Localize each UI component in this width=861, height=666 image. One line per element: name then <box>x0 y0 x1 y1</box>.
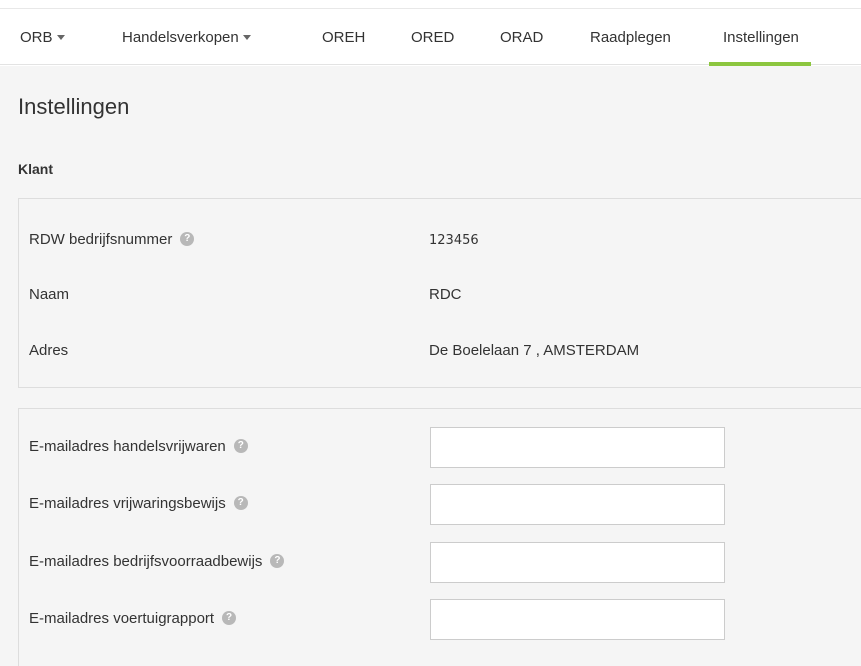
rdw-number-label: RDW bedrijfsnummer? <box>29 231 195 248</box>
email-vrijwaringsbewijs-label-text: E-mailadres vrijwaringsbewijs <box>29 495 226 512</box>
name-label: Naam <box>29 286 70 303</box>
nav-item-orad[interactable]: ORAD <box>500 10 543 65</box>
email-handelsvrijwaren-label: E-mailadres handelsvrijwaren? <box>29 438 248 455</box>
email-bedrijfsvoorraadbewijs-input[interactable] <box>430 542 725 583</box>
nav-item-label: OREH <box>322 29 366 46</box>
caret-down-icon <box>56 34 65 40</box>
name-value: RDC <box>429 286 462 303</box>
question-circle-icon[interactable]: ? <box>233 496 248 511</box>
customer-info-panel: RDW bedrijfsnummer? 123456 Naam RDC Adre… <box>18 198 861 388</box>
email-settings-panel: E-mailadres handelsvrijwaren? E-mailadre… <box>18 408 861 666</box>
page-title: Instellingen <box>18 94 130 119</box>
email-handelsvrijwaren-label-text: E-mailadres handelsvrijwaren <box>29 438 226 455</box>
address-label: Adres <box>29 342 69 359</box>
nav-item-raadplegen[interactable]: Raadplegen <box>590 10 671 65</box>
question-circle-icon[interactable]: ? <box>270 554 285 569</box>
nav-item-label: ORED <box>411 29 455 46</box>
email-voertuigrapport-input[interactable] <box>430 599 725 640</box>
caret-down-icon <box>242 34 251 40</box>
question-circle-icon[interactable]: ? <box>180 232 195 247</box>
email-voertuigrapport-label-text: E-mailadres voertuigrapport <box>29 610 215 627</box>
rdw-number-value: 123456 <box>429 233 479 248</box>
nav-item-handelsverkopen[interactable]: Handelsverkopen <box>122 10 251 65</box>
email-bedrijfsvoorraadbewijs-label-text: E-mailadres bedrijfsvoorraadbewijs <box>29 553 263 570</box>
section-title-klant: Klant <box>18 161 53 177</box>
nav-item-label: Instellingen <box>723 29 799 46</box>
address-value: De Boelelaan 7 , AMSTERDAM <box>429 342 640 359</box>
nav-item-label: ORAD <box>500 29 544 46</box>
rdw-number-label-text: RDW bedrijfsnummer <box>29 231 173 248</box>
top-strip <box>0 0 861 9</box>
email-handelsvrijwaren-input[interactable] <box>430 427 725 468</box>
main-navbar: ORB Handelsverkopen OREH ORED ORAD Raadp… <box>0 10 861 66</box>
nav-item-oreh[interactable]: OREH <box>322 10 365 65</box>
email-vrijwaringsbewijs-input[interactable] <box>430 484 725 525</box>
nav-item-ored[interactable]: ORED <box>411 10 454 65</box>
email-vrijwaringsbewijs-label: E-mailadres vrijwaringsbewijs? <box>29 495 248 512</box>
nav-item-label: Raadplegen <box>590 29 671 46</box>
question-circle-icon[interactable]: ? <box>233 439 248 454</box>
main-content: Instellingen Klant RDW bedrijfsnummer? 1… <box>0 66 861 666</box>
nav-item-label: ORB <box>20 29 53 46</box>
nav-item-orb[interactable]: ORB <box>20 10 65 65</box>
email-voertuigrapport-label: E-mailadres voertuigrapport? <box>29 610 237 627</box>
email-bedrijfsvoorraadbewijs-label: E-mailadres bedrijfsvoorraadbewijs? <box>29 553 285 570</box>
nav-item-label: Handelsverkopen <box>122 29 239 46</box>
nav-item-instellingen[interactable]: Instellingen <box>709 10 811 66</box>
question-circle-icon[interactable]: ? <box>222 611 237 626</box>
